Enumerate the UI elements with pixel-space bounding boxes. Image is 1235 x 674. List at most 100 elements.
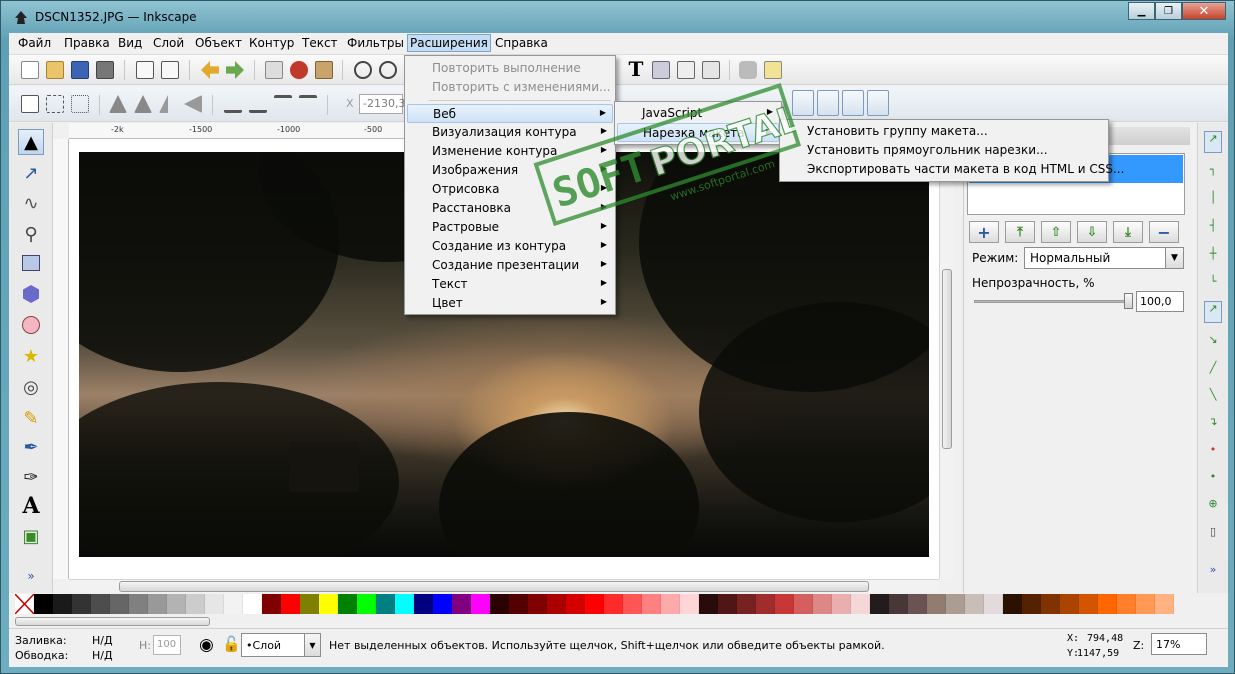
menu-item-slicer[interactable]: Нарезка макета ▶ [617, 123, 779, 142]
color-swatch[interactable] [471, 594, 490, 614]
menu-path[interactable]: Контур [249, 36, 294, 50]
color-swatch[interactable] [53, 594, 72, 614]
color-swatch[interactable] [186, 594, 205, 614]
palette-scrollbar[interactable] [9, 615, 1228, 628]
menu-item-set-slice-rectangle[interactable]: Установить прямоугольник нарезки... [782, 141, 1106, 160]
color-swatch[interactable] [357, 594, 376, 614]
flip-vertical-icon[interactable] [184, 95, 202, 113]
rectangle-tool-icon[interactable] [18, 250, 44, 276]
color-swatch[interactable] [547, 594, 566, 614]
paste-icon[interactable] [315, 61, 333, 79]
text-tool-icon[interactable]: A [18, 493, 44, 519]
color-swatch[interactable] [908, 594, 927, 614]
lower-icon[interactable] [274, 95, 292, 113]
snap-toggle-icon[interactable]: ↗ [1204, 131, 1222, 153]
menu-item-repeat-with-changes[interactable]: Повторить с изменениями... [407, 78, 613, 97]
menu-item-arrange[interactable]: Расстановка ▶ [407, 199, 613, 218]
snap-bbox-corner-icon[interactable]: ┐ [1204, 163, 1222, 181]
lower-layer-to-bottom-button[interactable]: ⤓ [1113, 221, 1143, 243]
lower-to-bottom-icon[interactable] [299, 95, 317, 113]
minimize-button[interactable]: ▁ [1128, 2, 1155, 20]
color-swatch[interactable] [946, 594, 965, 614]
color-swatch[interactable] [604, 594, 623, 614]
color-swatch[interactable] [1136, 594, 1155, 614]
menu-layer[interactable]: Слой [153, 36, 184, 50]
color-swatch[interactable] [338, 594, 357, 614]
menu-item-text[interactable]: Текст ▶ [407, 275, 613, 294]
snap-intersections-icon[interactable]: ╱ [1204, 361, 1222, 379]
color-swatch[interactable] [965, 594, 984, 614]
snap-nodes-icon[interactable] [817, 90, 839, 116]
menu-item-javascript[interactable]: JavaScript ▶ [617, 104, 779, 123]
delete-layer-button[interactable]: − [1149, 221, 1179, 243]
snap-object-centers-icon[interactable]: • [1204, 470, 1222, 488]
tweak-tool-icon[interactable]: ∿ [18, 190, 44, 216]
menu-filters[interactable]: Фильтры [347, 36, 404, 50]
no-paint-swatch[interactable] [14, 593, 35, 615]
color-swatch[interactable] [832, 594, 851, 614]
pencil-tool-icon[interactable]: ✎ [18, 405, 44, 431]
3d-box-tool-icon[interactable] [18, 281, 44, 307]
snap-midpoints-icon[interactable]: • [1204, 443, 1222, 461]
menu-item-visualize-path[interactable]: Визуализация контура ▶ [407, 123, 613, 142]
color-swatch[interactable] [395, 594, 414, 614]
color-swatch[interactable] [718, 594, 737, 614]
cut-icon[interactable] [290, 61, 308, 79]
eye-icon[interactable]: ◉ [199, 635, 214, 655]
color-swatch[interactable] [661, 594, 680, 614]
selector-tool-icon[interactable]: ▲ [18, 129, 44, 155]
open-icon[interactable] [46, 61, 64, 79]
horizontal-scroll-thumb[interactable] [119, 581, 869, 592]
select-all-icon[interactable] [21, 95, 39, 113]
menu-item-set-layout-group[interactable]: Установить группу макета... [782, 122, 1106, 141]
color-swatch[interactable] [737, 594, 756, 614]
snap-page-icon[interactable]: ▯ [1204, 525, 1222, 543]
zoom-selection-icon[interactable] [354, 61, 372, 79]
color-swatch[interactable] [1003, 594, 1022, 614]
blend-mode-select[interactable]: Нормальный ▼ [1024, 247, 1184, 269]
color-swatch[interactable] [889, 594, 908, 614]
flip-horizontal-icon[interactable] [159, 95, 168, 113]
color-swatch[interactable] [1098, 594, 1117, 614]
color-swatch[interactable] [509, 594, 528, 614]
color-swatch[interactable] [490, 594, 509, 614]
ellipse-tool-icon[interactable] [18, 312, 44, 338]
snap-paths-icon[interactable]: ↘ [1204, 333, 1222, 351]
pen-tool-icon[interactable]: ✒ [18, 434, 44, 460]
menu-help[interactable]: Справка [495, 36, 548, 50]
text-font-icon[interactable]: T [627, 59, 645, 79]
menu-view[interactable]: Вид [118, 36, 142, 50]
snap-smooth-nodes-icon[interactable]: ↴ [1204, 415, 1222, 433]
color-swatch[interactable] [1079, 594, 1098, 614]
xml-editor-icon[interactable] [652, 61, 670, 79]
menu-object[interactable]: Объект [195, 36, 242, 50]
vertical-scrollbar[interactable] [939, 139, 953, 579]
menu-item-web[interactable]: Веб ▶ [407, 104, 613, 123]
lower-layer-button[interactable]: ⇩ [1077, 221, 1107, 243]
snap-bbox-edge-icon[interactable]: │ [1204, 191, 1222, 209]
zoom-drawing-icon[interactable] [379, 61, 397, 79]
color-swatch[interactable] [148, 594, 167, 614]
snap-bbox-midpoint-icon[interactable]: ┤ [1204, 219, 1222, 237]
close-button[interactable]: ✕ [1182, 2, 1226, 20]
color-swatch[interactable] [1022, 594, 1041, 614]
color-swatch[interactable] [680, 594, 699, 614]
color-swatch[interactable] [72, 594, 91, 614]
stroke-value[interactable]: Н/Д [92, 649, 113, 662]
vertical-scroll-thumb[interactable] [942, 269, 952, 449]
color-swatch[interactable] [1041, 594, 1060, 614]
raise-to-top-icon[interactable] [224, 95, 242, 113]
color-swatch[interactable] [984, 594, 1003, 614]
opacity-spinbox[interactable]: 100,0 [1136, 291, 1184, 312]
opacity-slider-handle[interactable] [1124, 293, 1133, 309]
color-swatch[interactable] [433, 594, 452, 614]
snap-guides-icon[interactable] [842, 90, 864, 116]
color-swatch[interactable] [205, 594, 224, 614]
horizontal-scrollbar[interactable] [69, 579, 939, 593]
menu-item-repeat[interactable]: Повторить выполнение [407, 59, 613, 78]
document-properties-icon[interactable] [764, 61, 782, 79]
color-swatch[interactable] [300, 594, 319, 614]
maximize-button[interactable]: ❐ [1155, 2, 1182, 20]
raise-layer-button[interactable]: ⇧ [1041, 221, 1071, 243]
menu-edit[interactable]: Правка [64, 36, 110, 50]
